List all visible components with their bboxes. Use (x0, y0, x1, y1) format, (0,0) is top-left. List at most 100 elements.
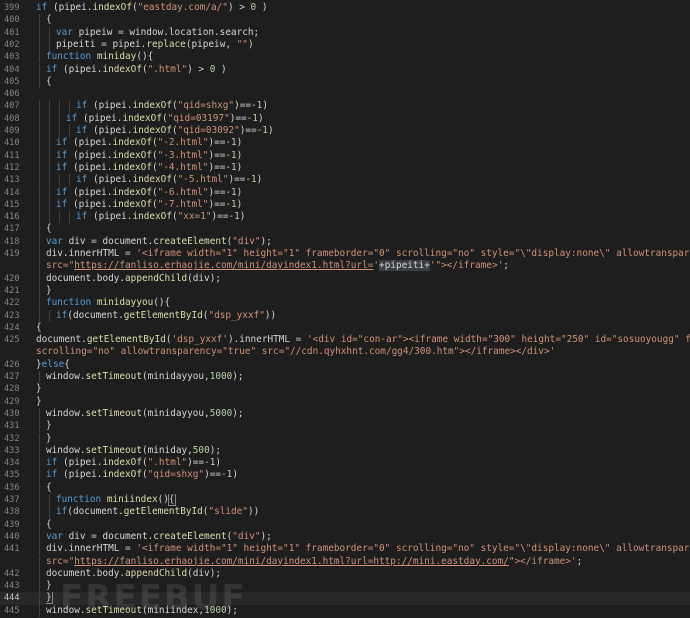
code-token: getElementById (86, 334, 166, 346)
code-text: function miniindex(){ (56, 494, 690, 506)
code-line[interactable]: 437 function miniindex(){ (0, 494, 690, 507)
code-line[interactable]: 403 function miniday(){ (0, 51, 690, 64)
code-text: if (pipei.indexOf("-7.html")==-1) (56, 199, 690, 211)
code-line[interactable]: 435 if (pipei.indexOf("qid=shxg")==-1) (0, 469, 690, 482)
code-text: window.setTimeout(miniday,500); (46, 445, 690, 457)
code-line[interactable]: 424 { (0, 322, 690, 334)
code-line[interactable]: 409 if (pipei.indexOf("qid=03092")==-1) (0, 125, 690, 138)
code-line[interactable]: 419 div.innerHTML = '<iframe width="1" he… (0, 248, 690, 261)
code-token: pipeiti = pipei. (56, 38, 147, 50)
code-line[interactable]: 434 if (pipei.indexOf(".html")==-1) (0, 457, 690, 470)
code-token: ) > (187, 63, 210, 75)
code-line[interactable]: 441 div.innerHTML = '<iframe width="1" he… (0, 543, 690, 556)
code-line[interactable]: 440 var div = document.createElement("div… (0, 530, 690, 544)
code-line[interactable]: 438 if(document.getElementById("slide")) (0, 506, 690, 519)
code-line[interactable]: 426}else{ (0, 359, 690, 371)
code-line[interactable]: 420 document.body.appendChild(div); (0, 272, 690, 285)
code-token: function (46, 297, 92, 309)
code-line[interactable]: 402 pipeiti = pipei.replace(pipeiw, "") (0, 38, 690, 52)
indent-guide (39, 530, 40, 544)
code-line[interactable]: 407 if (pipei.indexOf("qid=shxg")==-1) (0, 100, 690, 113)
line-number: 413 (4, 175, 20, 186)
code-line[interactable]: 410 if (pipei.indexOf("-2.html")==-1) (0, 137, 690, 150)
code-line[interactable]: 417 { (0, 223, 690, 236)
indent-guide (39, 272, 40, 285)
code-token: ) (232, 469, 238, 481)
code-token: (document. (67, 506, 124, 518)
code-line[interactable]: 427 window.setTimeout(minidayyou,1000); (0, 371, 690, 384)
code-token: } (46, 284, 52, 296)
code-token: -1 (204, 457, 216, 469)
code-token: setTimeout (85, 371, 142, 382)
code-line[interactable]: 413 if (pipei.indexOf("-5.html")==-1) (0, 174, 690, 187)
code-token: if (56, 186, 68, 198)
code-line[interactable]: 418 var div = document.createElement("div… (0, 235, 690, 248)
indent-guide (49, 309, 50, 322)
code-token: ) (236, 186, 243, 198)
code-line[interactable]: 416 if (pipei.indexOf("xx=1")==-1) (0, 211, 690, 224)
code-token: -1 (246, 112, 258, 124)
code-text: document.body.appendChild(div); (46, 273, 690, 285)
code-line[interactable]: 432} (0, 432, 690, 445)
line-number: 408 (4, 113, 20, 124)
code-token: { (46, 481, 52, 493)
code-token: (div); (187, 272, 221, 284)
code-line[interactable]: 414 if (pipei.indexOf("-6.html")==-1) (0, 186, 690, 199)
code-token: indexOf (92, 2, 132, 13)
code-line[interactable]: 401 var pipeiw = window.location.search; (0, 26, 690, 39)
indent-guide (39, 494, 40, 507)
code-token: ) (236, 137, 243, 149)
code-text: if (pipei.indexOf("qid=shxg")==-1) (76, 100, 690, 112)
code-line[interactable]: src="https://fanliso.erhaojie.com/mini/d… (0, 260, 690, 273)
code-token: )) (247, 506, 260, 518)
code-line[interactable]: 445 window.setTimeout(miniindex,1000); (0, 604, 690, 617)
code-token: div = document. (62, 235, 154, 247)
code-line[interactable]: 415 if (pipei.indexOf("-7.html")==-1) (0, 198, 690, 212)
code-token: (){ (153, 297, 171, 309)
code-line[interactable]: 443} (0, 580, 690, 593)
code-editor[interactable]: 399 if (pipei.indexOf("eastday.com/a/") >… (0, 0, 690, 618)
code-line[interactable]: 430 window.setTimeout(minidayyou,5000); (0, 407, 690, 421)
code-token: "eastday.com/a/" (137, 2, 228, 13)
code-token: indexOf (102, 457, 142, 469)
line-number: 403 (4, 52, 20, 63)
code-line[interactable]: 436 { (0, 481, 690, 494)
code-line[interactable]: 431} (0, 420, 690, 433)
code-line[interactable]: 405 { (0, 75, 690, 89)
code-line[interactable]: 421} (0, 284, 690, 298)
code-line[interactable]: 439 { (0, 518, 690, 531)
code-line[interactable]: 428} (0, 383, 690, 395)
code-line[interactable]: 408 if (pipei.indexOf("qid=03197")==-1) (0, 112, 690, 125)
code-line[interactable]: 399 if (pipei.indexOf("eastday.com/a/") >… (0, 2, 690, 14)
code-line[interactable]: 423 if(document.getElementById("dsp_yxxf"… (0, 309, 690, 322)
code-token: } (46, 432, 52, 444)
line-number: 432 (4, 433, 20, 444)
code-line[interactable]: 433 window.setTimeout(miniday,500); (0, 444, 690, 458)
code-line[interactable]: 425 document.getElementById('dsp_yxxf').i… (0, 334, 690, 346)
line-number: 433 (4, 445, 20, 456)
code-line[interactable]: 422 function minidayyou(){ (0, 297, 690, 310)
code-token: ) (257, 112, 264, 124)
code-line[interactable]: 444} (0, 592, 690, 605)
code-text: pipeiti = pipei.replace(pipeiw, "") (56, 39, 690, 51)
code-line[interactable]: 411 if (pipei.indexOf("-3.html")==-1) (0, 149, 690, 162)
code-line[interactable]: src="https://fanliso.erhaojie.com/mini/d… (0, 555, 690, 568)
line-number: 404 (4, 64, 20, 75)
code-token: +pipeiti+ (379, 260, 430, 272)
line-number: 434 (4, 458, 20, 469)
code-line[interactable]: 429} (0, 396, 690, 408)
line-number: 442 (4, 568, 20, 579)
line-number: 409 (4, 126, 20, 136)
code-line[interactable]: scrolling="no" allowtransparency="true" … (0, 346, 690, 358)
code-line[interactable]: 404 if (pipei.indexOf(".html") > 0 ) (0, 63, 690, 76)
code-line[interactable]: 406 (0, 88, 690, 100)
code-token: ) (215, 457, 222, 469)
code-token: (pipei. (77, 112, 123, 124)
code-token: appendChild (125, 272, 188, 284)
code-line[interactable]: 412 if (pipei.indexOf("-4.html")==-1) (0, 161, 690, 175)
code-token: createElement (153, 530, 227, 542)
code-token: '<iframe width="1" height="1" frameborde… (136, 248, 690, 259)
code-line[interactable]: 400 { (0, 14, 690, 27)
code-line[interactable]: 442 document.body.appendChild(div); (0, 567, 690, 581)
code-text: } (36, 396, 690, 408)
